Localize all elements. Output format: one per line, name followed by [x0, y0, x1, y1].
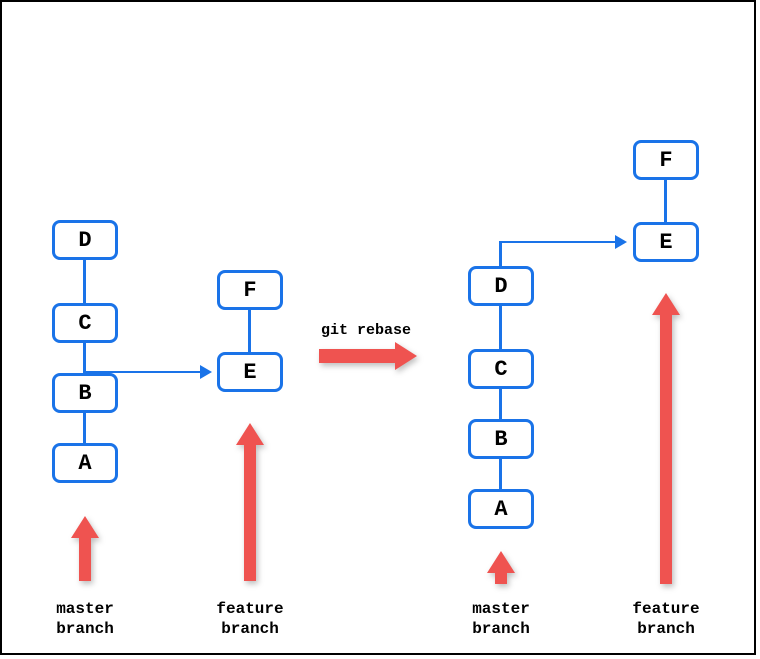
commit-after-feature-F: F [633, 140, 699, 180]
commit-after-master-C: C [468, 349, 534, 389]
commit-before-master-D: D [52, 220, 118, 260]
commit-label: D [78, 228, 91, 253]
commit-after-feature-E: E [633, 222, 699, 262]
commit-before-master-B: B [52, 373, 118, 413]
commit-before-master-A: A [52, 443, 118, 483]
connector [83, 343, 86, 373]
connector [664, 180, 667, 222]
connector [248, 310, 251, 352]
commit-before-feature-F: F [217, 270, 283, 310]
commit-label: F [659, 148, 672, 173]
connector [499, 306, 502, 349]
commit-label: B [494, 427, 507, 452]
commit-label: E [659, 230, 672, 255]
commit-label: E [243, 360, 256, 385]
command-label: git rebase [321, 322, 411, 339]
branch-connector [499, 241, 502, 266]
branch-connector [499, 241, 615, 243]
commit-label: A [78, 451, 91, 476]
commit-after-master-B: B [468, 419, 534, 459]
commit-after-master-A: A [468, 489, 534, 529]
branch-label-master: masterbranch [451, 599, 551, 639]
commit-after-master-D: D [468, 266, 534, 306]
branch-connector [86, 371, 200, 373]
branch-label-feature: featurebranch [616, 599, 716, 639]
commit-label: D [494, 274, 507, 299]
branch-label-master: masterbranch [35, 599, 135, 639]
commit-label: B [78, 381, 91, 406]
arrow-head-icon [615, 235, 627, 249]
connector [83, 260, 86, 303]
commit-label: A [494, 497, 507, 522]
commit-before-feature-E: E [217, 352, 283, 392]
connector [83, 413, 86, 443]
commit-before-master-C: C [52, 303, 118, 343]
commit-label: F [243, 278, 256, 303]
commit-label: C [78, 311, 91, 336]
connector [499, 389, 502, 419]
connector [499, 459, 502, 489]
commit-label: C [494, 357, 507, 382]
branch-label-feature: featurebranch [200, 599, 300, 639]
diagram-frame: A B C D E F masterbranch featurebranch g… [0, 0, 756, 655]
arrow-head-icon [200, 365, 212, 379]
